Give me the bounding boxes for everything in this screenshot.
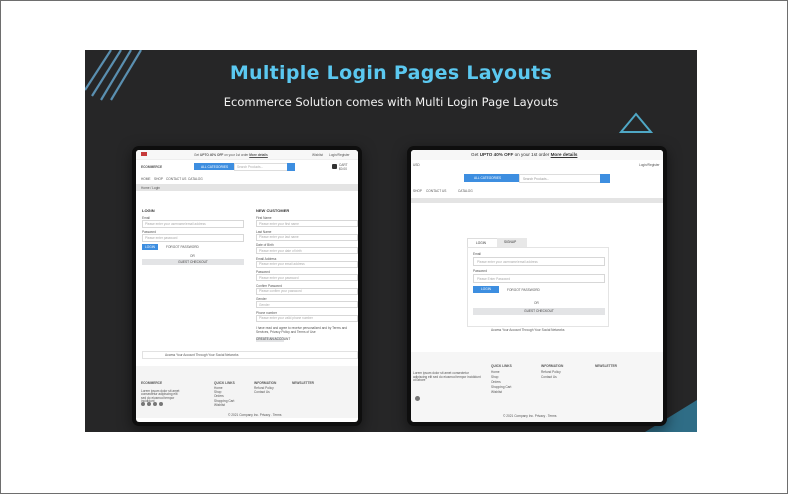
main-nav: SHOP CONTACT US CATALOG [411,186,663,196]
header: ALL CATEGORIES Search Products... [411,171,663,185]
register-field-input[interactable]: Please enter your first name [256,220,358,227]
register-field-input[interactable]: Please enter your password [256,274,358,281]
category-select[interactable]: ALL CATEGORIES [194,163,234,170]
nav-shop[interactable]: SHOP [154,177,163,181]
register-field-input[interactable]: Please enter your valid phone number [256,314,358,322]
promo-bar: Get UPTO 40% OFF on your 1st order More … [136,150,358,160]
register-field-input[interactable]: Please enter your last name [256,233,358,241]
nav-shop[interactable]: SHOP [413,189,422,193]
nav-catalog[interactable]: CATALOG [458,189,473,193]
right-login-page: Get UPTO 40% OFF on your 1st order More … [411,150,663,422]
tab-signup[interactable]: SIGNUP [497,238,527,247]
footer-link[interactable]: Wishlist [214,403,234,407]
main-nav: HOME SHOP CONTACT US CATALOG [136,175,358,183]
footer-quick-links: Home Shop Orders Shopping Cart Wishlist [491,370,511,395]
left-login-page: Get UPTO 40% OFF on your 1st order More … [136,150,358,422]
footer-info-links: Refund Policy Contact Us [254,386,274,394]
tab-login[interactable]: LOGIN [467,238,499,247]
footer-copyright: © 2021 Company Inc. Privacy . Terms [228,413,282,417]
footer-info-links: Refund Policy Contact Us [541,370,561,380]
promo-bar: Get UPTO 40% OFF on your 1st order More … [411,150,663,160]
right-password-input[interactable]: Please Enter Password [473,274,605,283]
breadcrumb-strip [411,198,663,203]
banner-subtitle: Ecommerce Solution comes with Multi Logi… [223,95,559,109]
footer-brand: ECOMMERCE [141,381,163,385]
promo-banner: Multiple Login Pages Layouts Ecommerce S… [85,50,697,432]
right-login-button[interactable]: LOGIN [473,286,499,293]
left-forgot-password-link[interactable]: FORGOT PASSWORD [166,245,199,249]
search-icon[interactable] [600,174,610,183]
register-field-input[interactable]: Gender [256,301,358,308]
utility-bar: USD Login/Register [411,161,663,169]
banner-title: Multiple Login Pages Layouts [229,62,553,84]
new-customer-heading: NEW CUSTOMER [256,208,290,213]
wishlist-link[interactable]: Wishlist [312,153,323,157]
social-login-note: Access Your Account Through Your Social … [491,328,565,332]
consent-text: I have read and agree to receive persona… [256,326,348,334]
login-heading: LOGIN [142,208,155,213]
register-field-input[interactable]: Please enter your date of birth [256,247,358,254]
left-password-input[interactable]: Please enter password [142,234,244,242]
brand-logo[interactable]: ECOMMERCE [141,165,162,169]
flag-icon[interactable] [141,152,147,156]
right-footer: Lorem ipsum dolor sit amet consectetur a… [411,352,663,422]
nav-contact[interactable]: CONTACT US [166,177,186,181]
triangle-outline-decoration [619,112,653,133]
footer-copyright: © 2021 Company Inc. Privacy . Terms [503,414,557,418]
right-forgot-password-link[interactable]: FORGOT PASSWORD [507,288,540,292]
header: ECOMMERCE ALL CATEGORIES Search Products… [136,160,358,174]
create-account-button[interactable]: CREATE AN ACCOUNT [256,337,290,342]
login-register-link[interactable]: Login/Register [639,163,660,167]
more-details-link[interactable]: More details [551,152,578,157]
instagram-icon[interactable] [153,402,157,406]
left-email-input[interactable]: Please enter your username/email address [142,220,244,228]
left-footer: ECOMMERCE Lorem ipsum dolor sit amet con… [136,366,358,418]
breadcrumb: Home / Login [136,184,358,191]
search-icon[interactable] [287,163,295,171]
register-field-input[interactable]: Please enter your email address [256,260,358,268]
nav-catalog[interactable]: CATALOG [188,177,203,181]
tablet-right: Get UPTO 40% OFF on your 1st order More … [407,146,667,426]
search-input[interactable]: Search Products... [234,163,288,171]
footer-quick-links: Home Shop Orders Shopping Cart Wishlist [214,386,234,407]
right-email-input[interactable]: Please enter your username/email address [473,257,605,266]
left-login-button[interactable]: LOGIN [142,244,158,250]
footer-link[interactable]: Contact Us [254,390,274,394]
category-select[interactable]: ALL CATEGORIES [464,174,519,182]
currency-select[interactable]: USD [413,163,420,167]
right-guest-checkout-button[interactable]: GUEST CHECKOUT [473,308,605,315]
search-input[interactable]: Search Products... [519,174,601,183]
footer-address: Lorem ipsum dolor sit amet consectetur a… [413,371,481,383]
cart-amount: $0.00 [339,167,347,171]
social-icon[interactable] [415,396,420,401]
register-field-input[interactable]: Please confirm your password [256,287,358,295]
more-details-link[interactable]: More details [249,153,268,157]
footer-link[interactable]: Contact Us [541,375,561,380]
nav-contact[interactable]: CONTACT US [426,189,446,193]
twitter-icon[interactable] [147,402,151,406]
facebook-icon[interactable] [141,402,145,406]
cart-icon[interactable] [332,164,337,169]
nav-home[interactable]: HOME [141,177,151,181]
youtube-icon[interactable] [159,402,163,406]
login-register-link[interactable]: Login/Register [329,153,350,157]
tablet-left: Get UPTO 40% OFF on your 1st order More … [132,146,362,426]
footer-link[interactable]: Wishlist [491,390,511,395]
left-guest-checkout-button[interactable]: GUEST CHECKOUT [142,259,244,265]
social-login-bar: Access Your Account Through Your Social … [142,351,358,359]
